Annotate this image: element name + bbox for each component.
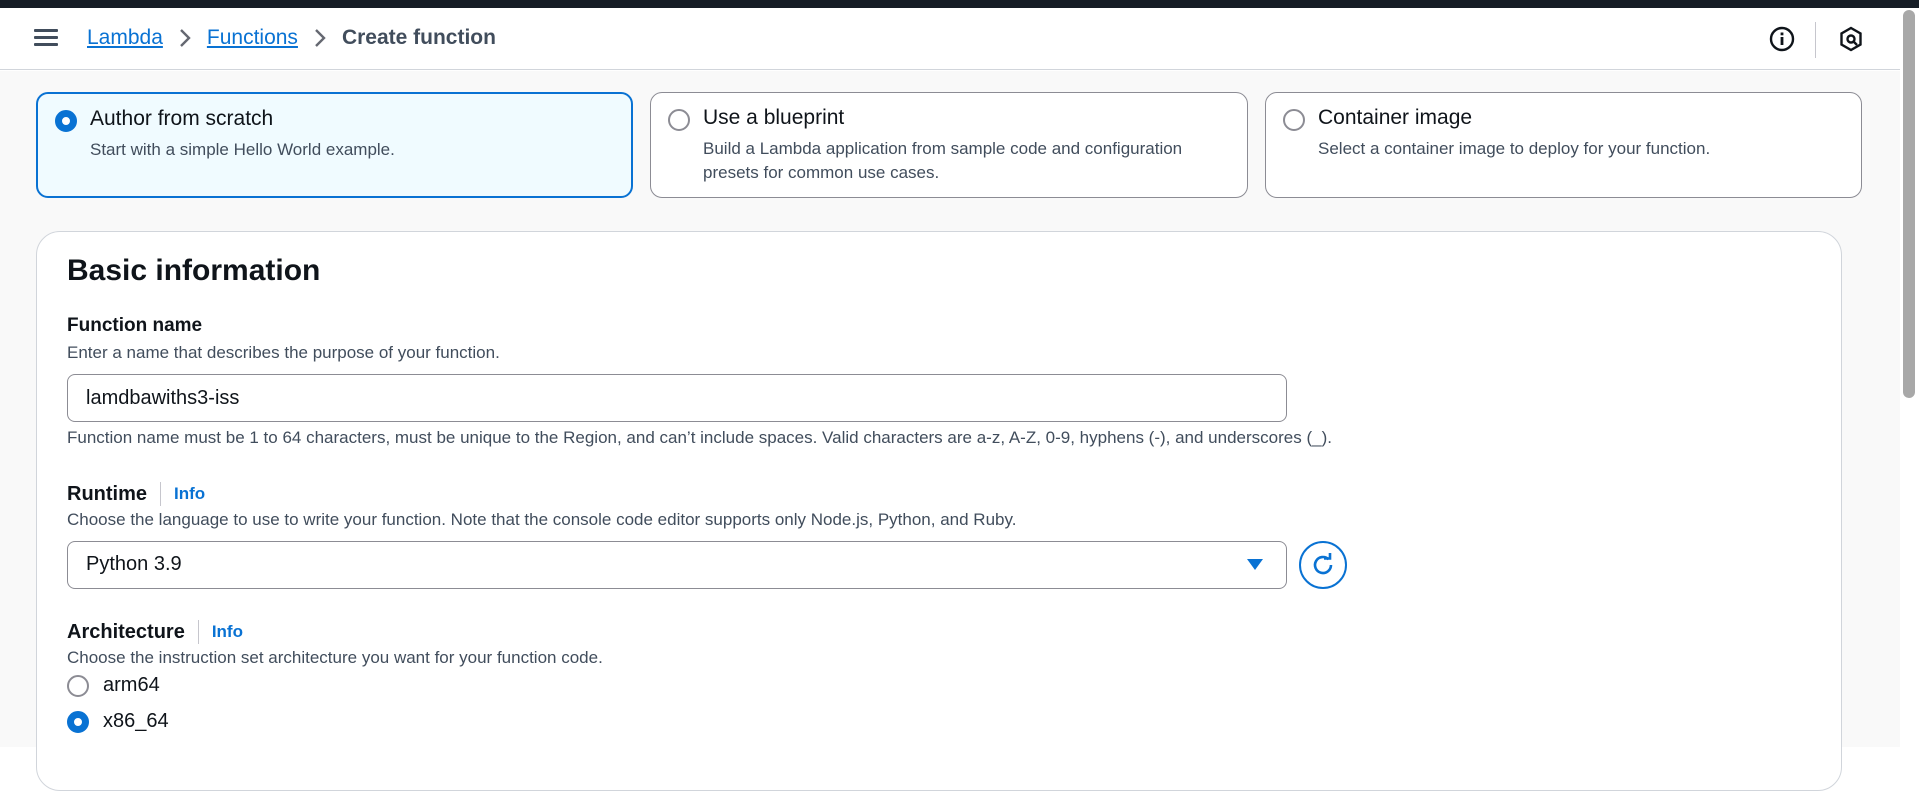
radio-arm64[interactable] bbox=[67, 674, 89, 697]
architecture-option-x86-64[interactable]: x86_64 bbox=[67, 710, 169, 733]
breadcrumb-lambda[interactable]: Lambda bbox=[87, 26, 163, 50]
option-author-from-scratch[interactable]: Author from scratch Start with a simple … bbox=[36, 92, 633, 198]
chevron-right-icon bbox=[163, 28, 207, 48]
runtime-value: Python 3.9 bbox=[86, 553, 182, 575]
option-container-image[interactable]: Container image Select a container image… bbox=[1265, 92, 1862, 198]
runtime-select[interactable]: Python 3.9 bbox=[67, 541, 1287, 589]
architecture-option-arm64[interactable]: arm64 bbox=[67, 674, 160, 697]
label-divider bbox=[160, 482, 161, 506]
runtime-info-link[interactable]: Info bbox=[174, 484, 205, 504]
architecture-info-link[interactable]: Info bbox=[212, 622, 243, 642]
menu-icon[interactable] bbox=[34, 28, 58, 48]
architecture-label-row: Architecture Info bbox=[67, 620, 243, 644]
option-description: Select a container image to deploy for y… bbox=[1318, 139, 1711, 158]
breadcrumb-functions[interactable]: Functions bbox=[207, 26, 298, 50]
label-divider bbox=[197, 620, 199, 644]
radio-x86-64[interactable] bbox=[67, 710, 89, 733]
function-name-input[interactable] bbox=[67, 374, 1287, 422]
radio-container-image[interactable] bbox=[1283, 109, 1305, 131]
top-strip bbox=[0, 0, 1919, 8]
notifications-icon[interactable] bbox=[1837, 25, 1865, 53]
option-description: Build a Lambda application from sample c… bbox=[703, 139, 1183, 182]
radio-use-a-blueprint[interactable] bbox=[668, 109, 690, 131]
architecture-description: Choose the instruction set architecture … bbox=[67, 648, 603, 667]
architecture-option-label: x86_64 bbox=[103, 710, 169, 732]
function-name-label: Function name bbox=[67, 315, 203, 336]
breadcrumb-current: Create function bbox=[341, 26, 496, 49]
scrollbar-thumb[interactable] bbox=[1903, 10, 1915, 398]
option-title: Use a blueprint bbox=[703, 106, 845, 129]
function-name-description: Enter a name that describes the purpose … bbox=[67, 343, 500, 362]
main-content: Author from scratch Start with a simple … bbox=[0, 71, 1900, 791]
function-name-constraint: Function name must be 1 to 64 characters… bbox=[67, 428, 1332, 447]
architecture-label: Architecture bbox=[67, 620, 185, 643]
caret-down-icon bbox=[1246, 558, 1264, 577]
option-title: Author from scratch bbox=[90, 107, 274, 130]
breadcrumb: Lambda Functions Create function bbox=[87, 26, 496, 50]
option-description: Start with a simple Hello World example. bbox=[90, 140, 395, 159]
architecture-option-label: arm64 bbox=[103, 674, 160, 696]
refresh-runtime-button[interactable] bbox=[1299, 541, 1347, 589]
header-divider bbox=[1815, 22, 1816, 58]
info-icon[interactable] bbox=[1768, 25, 1796, 53]
runtime-description: Choose the language to use to write your… bbox=[67, 510, 1017, 529]
chevron-right-icon bbox=[298, 28, 342, 48]
option-use-a-blueprint[interactable]: Use a blueprint Build a Lambda applicati… bbox=[650, 92, 1248, 198]
basic-information-panel: Basic information Function name Enter a … bbox=[36, 231, 1842, 791]
option-title: Container image bbox=[1318, 106, 1473, 129]
panel-title: Basic information bbox=[67, 254, 321, 287]
refresh-icon bbox=[1313, 553, 1333, 575]
runtime-label-row: Runtime Info bbox=[67, 482, 205, 506]
radio-author-from-scratch[interactable] bbox=[55, 110, 77, 132]
runtime-label: Runtime bbox=[67, 482, 147, 505]
page-header: Lambda Functions Create function bbox=[0, 8, 1900, 70]
